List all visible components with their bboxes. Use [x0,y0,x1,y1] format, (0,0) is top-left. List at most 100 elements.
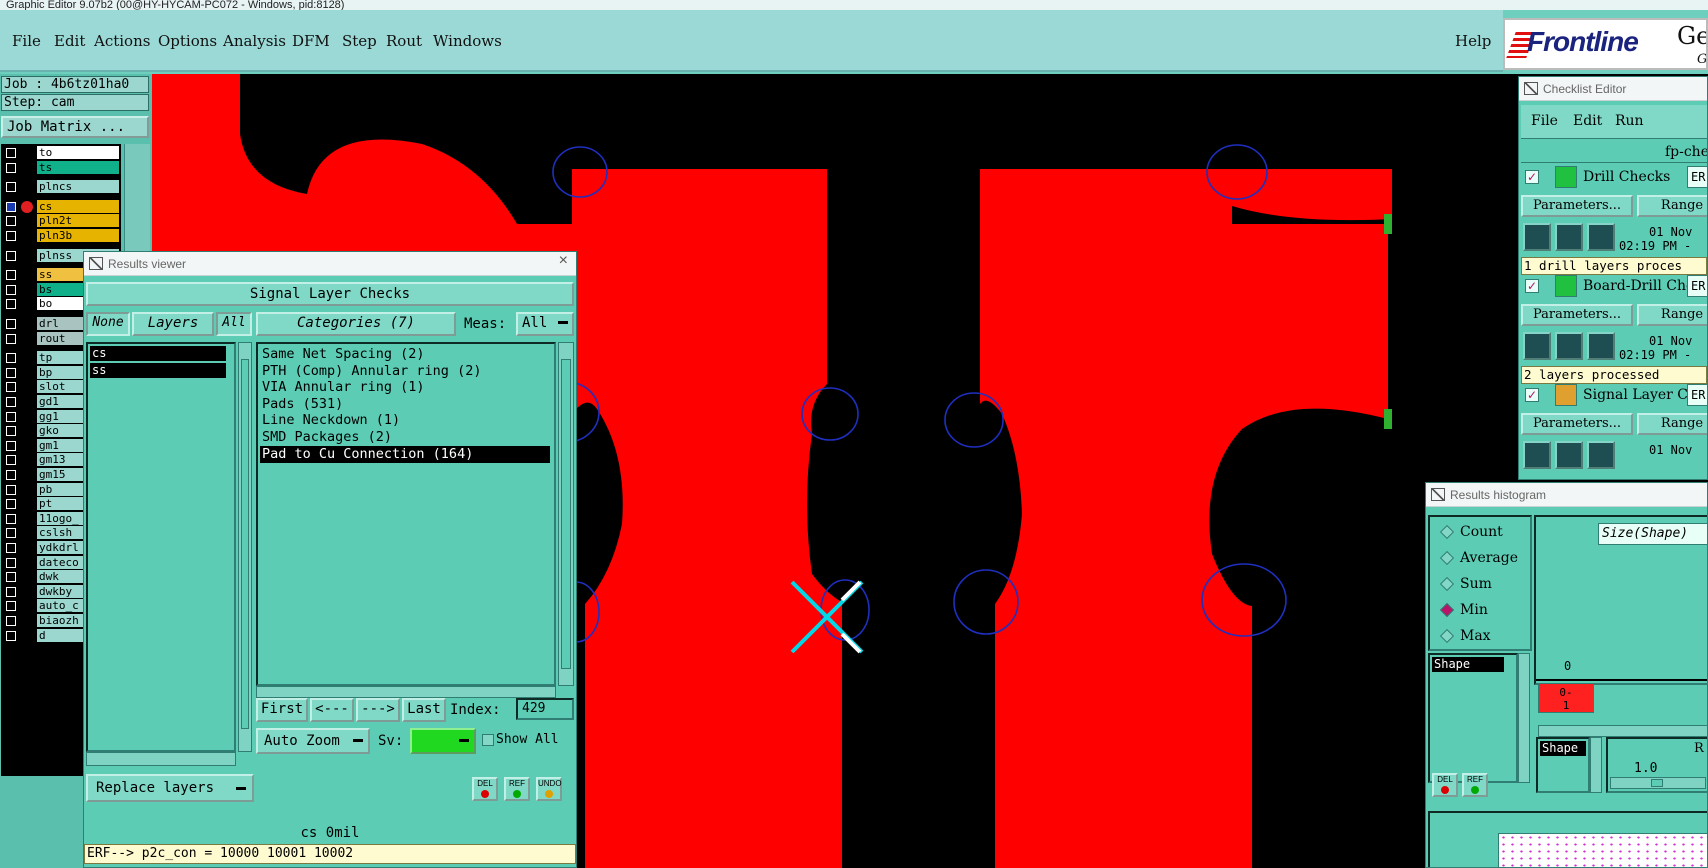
layer-checkbox[interactable] [6,299,16,310]
next-button[interactable]: ---> [356,698,400,722]
menu-analysis[interactable]: Analysis [223,32,286,50]
shape-field-item[interactable]: Shape [1540,741,1586,756]
parameters-button[interactable]: Parameters... [1521,195,1633,217]
menu-options[interactable]: Options [158,32,217,50]
layer-checkbox[interactable] [6,572,16,583]
prev-button[interactable]: <--- [310,698,354,722]
results-histogram-titlebar[interactable]: Results histogram [1426,483,1707,507]
layer-checkbox[interactable] [6,411,16,422]
layer-checkbox[interactable] [6,528,16,539]
layer-checkbox[interactable] [6,513,16,524]
layer-checkbox[interactable] [6,382,16,393]
layer-list-vscroll[interactable] [238,342,252,752]
check-enabled-checkbox[interactable]: ✓ [1525,170,1539,184]
meas-dropdown[interactable]: All [516,312,574,336]
menu-windows[interactable]: Windows [433,32,502,50]
layer-checkbox[interactable] [6,499,16,510]
layer-checkbox[interactable] [6,148,16,158]
shape-list-item[interactable]: Shape [1432,657,1504,672]
layer-row[interactable]: ts [1,160,121,175]
histogram-ref-button[interactable]: REF [1462,773,1488,797]
shape-field-list[interactable]: Shape [1536,737,1590,793]
check-er-button[interactable]: ER [1687,275,1707,297]
layer-checkbox[interactable] [6,333,16,344]
layer-checkbox[interactable] [6,162,16,173]
shape-list[interactable]: Shape [1428,653,1518,783]
layer-row[interactable]: pln2t [1,213,121,228]
run-tool-icon[interactable] [1587,223,1615,251]
check-er-button[interactable]: ER [1687,166,1707,188]
index-input[interactable]: 429 [516,698,574,720]
parameters-button[interactable]: Parameters... [1521,304,1633,326]
category-item[interactable]: SMD Packages (2) [262,429,392,446]
run-tool-icon[interactable] [1555,441,1583,469]
histogram-del-button[interactable]: DEL [1432,773,1458,797]
histogram-hscroll[interactable] [1538,725,1707,737]
histogram-option-count[interactable]: Count [1439,521,1503,543]
run-tool-icon[interactable] [1555,332,1583,360]
layer-checkbox[interactable] [6,367,16,378]
show-all-checkbox[interactable] [482,734,494,746]
histogram-option-average[interactable]: Average [1439,547,1518,569]
checklist-menu-edit[interactable]: Edit [1573,113,1602,129]
layer-row[interactable]: to [1,145,121,160]
layer-checkbox[interactable] [6,250,16,261]
layer-checkbox[interactable] [6,616,16,626]
category-item[interactable]: Same Net Spacing (2) [262,346,425,363]
replace-layers-dropdown[interactable]: Replace layers [86,774,254,802]
layer-name[interactable]: pln2t [37,214,119,228]
layer-results-list[interactable]: cs ss [86,342,236,752]
check-er-button[interactable]: ER [1687,384,1707,406]
parameters-button[interactable]: Parameters... [1521,413,1633,435]
range-button[interactable]: Range [1637,304,1707,326]
layer-name[interactable]: pln3b [37,229,119,242]
category-item[interactable]: Line Neckdown (1) [262,412,400,429]
layer-checkbox[interactable] [6,270,16,281]
histogram-option-sum[interactable]: Sum [1439,573,1492,595]
category-item[interactable]: VIA Annular ring (1) [262,379,425,396]
checklist-menu-run[interactable]: Run [1615,113,1644,129]
range-button[interactable]: Range [1637,413,1707,435]
first-button[interactable]: First [256,698,308,722]
layer-row[interactable]: pln3b [1,228,121,243]
undo-button[interactable]: UNDO [536,777,562,801]
histogram-option-max[interactable]: Max [1439,625,1491,647]
close-icon[interactable]: × [559,252,568,270]
results-viewer-titlebar[interactable]: Results viewer × [84,252,576,276]
layers-button[interactable]: Layers [132,312,214,336]
layer-name[interactable]: cs [37,199,119,213]
layer-result-ss[interactable]: ss [90,363,226,378]
layer-row[interactable]: plncs [1,179,121,194]
last-button[interactable]: Last [402,698,446,722]
run-tool-icon[interactable] [1523,441,1551,469]
layer-checkbox[interactable] [6,216,16,227]
layer-checkbox[interactable] [6,182,16,193]
category-item[interactable]: PTH (Comp) Annular ring (2) [262,363,481,380]
layer-name[interactable]: plncs [37,180,119,194]
menu-actions[interactable]: Actions [94,32,150,50]
histogram-option-min[interactable]: Min [1439,599,1488,621]
layer-checkbox[interactable] [6,353,16,364]
menu-rout[interactable]: Rout [386,32,422,50]
category-item[interactable]: Pad to Cu Connection (164) [260,445,550,463]
layer-name[interactable]: to [37,146,119,159]
layer-checkbox[interactable] [6,231,16,241]
categories-vscroll[interactable] [558,342,574,686]
layer-checkbox[interactable] [6,484,16,495]
checklist-menu-file[interactable]: File [1531,113,1558,129]
auto-zoom-dropdown[interactable]: Auto Zoom [256,728,370,754]
layer-checkbox[interactable] [6,543,16,553]
ref-button[interactable]: REF [504,777,530,801]
all-button[interactable]: All [216,312,252,336]
categories-button[interactable]: Categories (7) [256,312,456,336]
run-tool-icon[interactable] [1523,332,1551,360]
job-matrix-button[interactable]: Job Matrix ... [1,116,149,138]
scale-slider[interactable] [1610,777,1706,789]
categories-list[interactable]: Same Net Spacing (2) PTH (Comp) Annular r… [256,342,556,686]
run-tool-icon[interactable] [1555,223,1583,251]
menu-help[interactable]: Help [1455,32,1491,50]
layer-list-hscroll[interactable] [86,752,236,766]
run-tool-icon[interactable] [1587,441,1615,469]
shape-field-vscroll[interactable] [1590,737,1602,793]
layer-checkbox[interactable] [6,440,16,451]
